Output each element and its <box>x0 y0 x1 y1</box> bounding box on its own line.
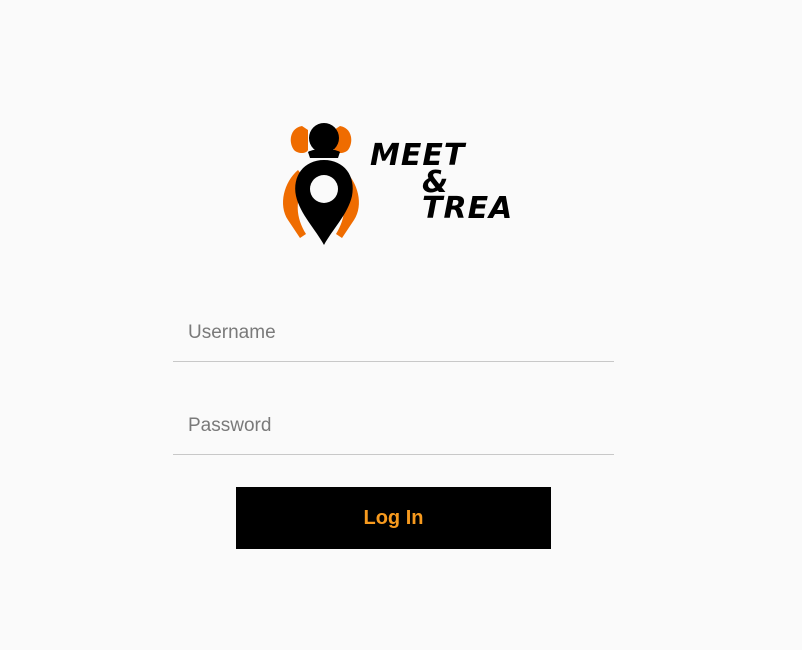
logo-text-treat: TREAT <box>422 191 510 226</box>
password-input[interactable] <box>173 398 614 454</box>
username-field <box>173 305 614 362</box>
logo-text-meet: MEET <box>370 138 467 173</box>
password-field <box>173 398 614 455</box>
brand-logo: MEET & TREAT <box>278 120 510 250</box>
pin-person-icon: MEET & TREAT <box>283 123 510 245</box>
login-page: MEET & TREAT Log In <box>0 0 802 650</box>
username-input[interactable] <box>173 305 614 361</box>
login-button[interactable]: Log In <box>236 487 551 549</box>
